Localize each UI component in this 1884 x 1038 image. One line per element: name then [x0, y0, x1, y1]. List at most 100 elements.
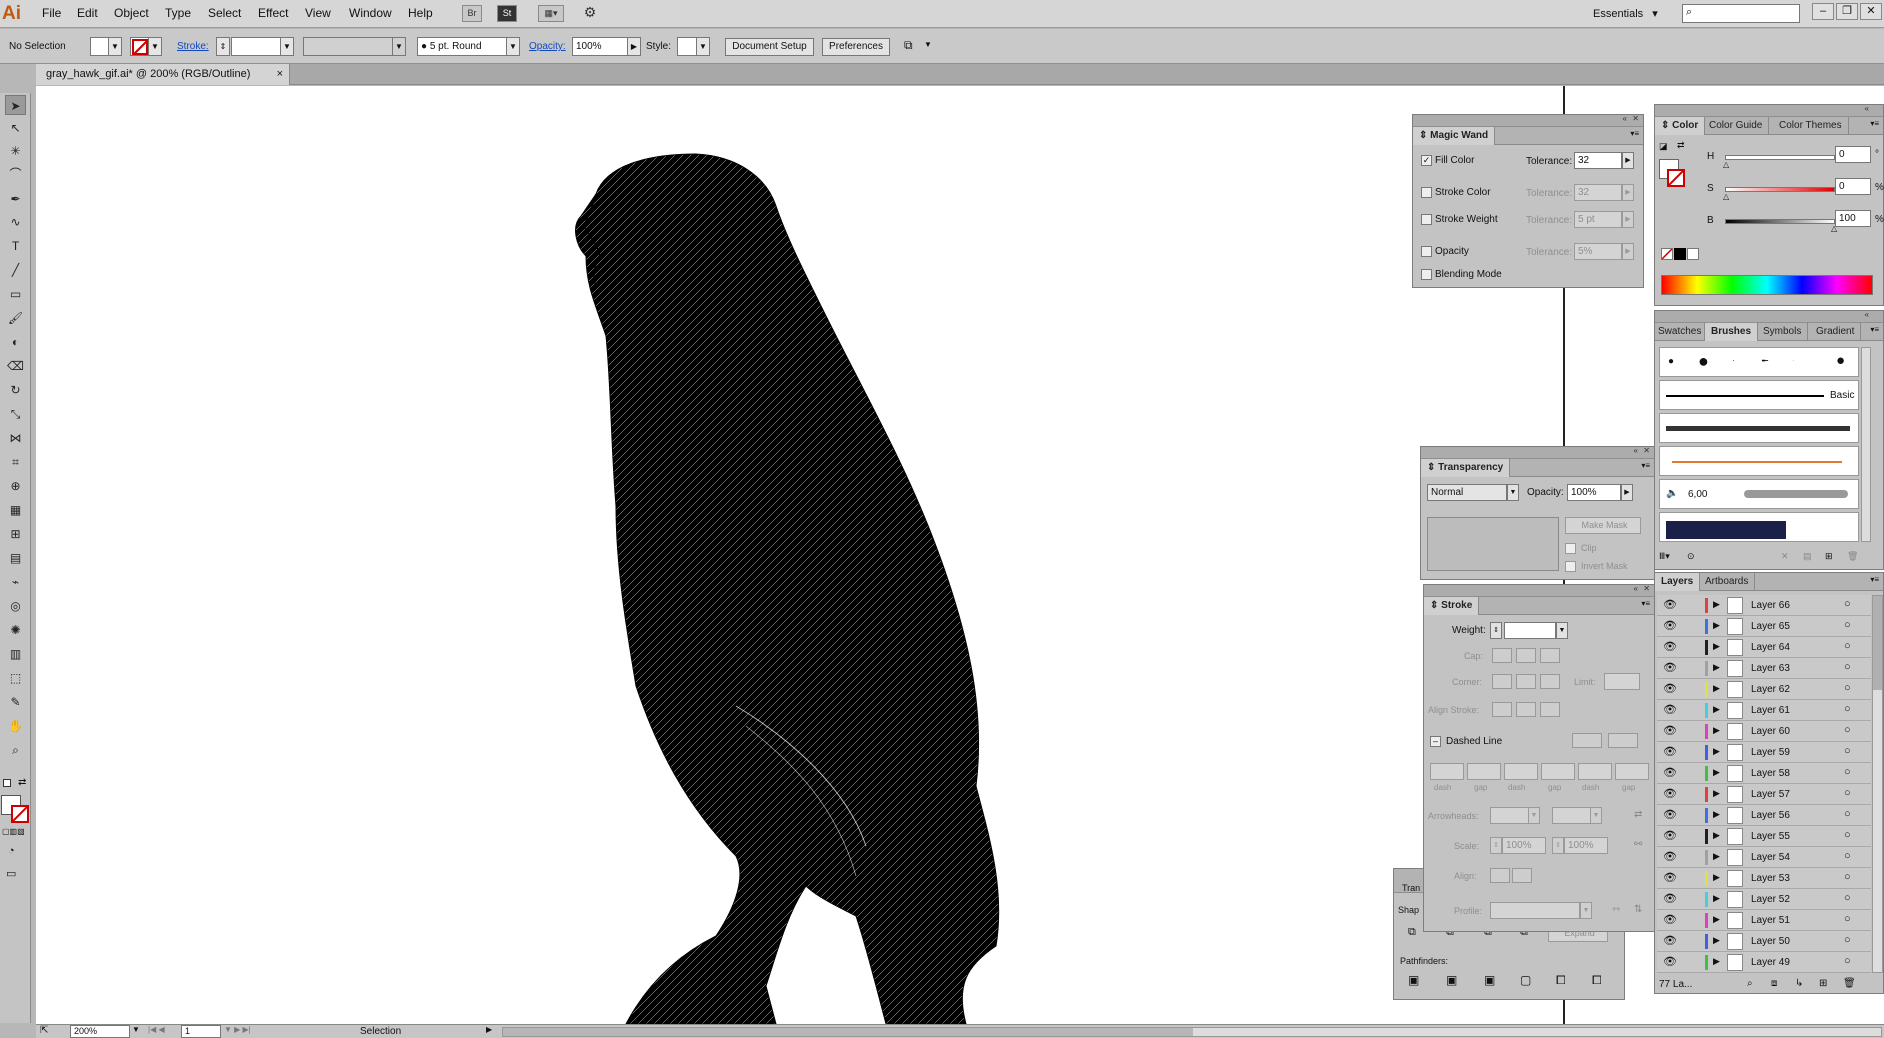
- menu-view[interactable]: View: [305, 6, 331, 20]
- collapse-icon[interactable]: «: [1865, 104, 1869, 113]
- clip-checkbox[interactable]: [1565, 543, 1576, 554]
- blob-brush-tool-icon[interactable]: ◐: [5, 332, 26, 352]
- brush-charcoal-row[interactable]: [1659, 413, 1859, 443]
- tab-color-guide[interactable]: Color Guide: [1703, 117, 1770, 135]
- menu-effect[interactable]: Effect: [258, 6, 288, 20]
- fill-color-checkbox[interactable]: ✓: [1421, 155, 1432, 166]
- round-join-button[interactable]: [1516, 674, 1536, 689]
- rotate-tool-icon[interactable]: ↻: [5, 380, 26, 400]
- tab-brushes[interactable]: Brushes: [1705, 323, 1759, 341]
- end-scale-input[interactable]: 100%: [1564, 837, 1608, 854]
- expand-triangle-icon[interactable]: ▶: [1713, 704, 1720, 715]
- horizontal-scrollbar[interactable]: [502, 1027, 1882, 1037]
- unite-icon[interactable]: ⧉: [1408, 926, 1416, 939]
- default-colors-icon[interactable]: ◪: [1659, 141, 1668, 152]
- swap-colors-icon[interactable]: ⇄: [1677, 140, 1685, 151]
- visibility-eye-icon[interactable]: 👁: [1663, 724, 1677, 737]
- layer-row[interactable]: 👁 ▶ Layer 58 ○: [1657, 763, 1871, 784]
- expand-triangle-icon[interactable]: ▶: [1713, 956, 1720, 967]
- artboard-number-input[interactable]: 1: [181, 1025, 221, 1038]
- white-swatch[interactable]: [1687, 248, 1699, 260]
- visibility-eye-icon[interactable]: 👁: [1663, 766, 1677, 779]
- column-graph-tool-icon[interactable]: ▥: [5, 644, 26, 664]
- stroke-color-swatch[interactable]: [11, 805, 29, 823]
- tab-swatches[interactable]: Swatches: [1655, 323, 1706, 341]
- flip-along-icon[interactable]: ⇿: [1612, 904, 1620, 915]
- target-circle-icon[interactable]: ○: [1844, 598, 1851, 610]
- visibility-eye-icon[interactable]: 👁: [1663, 850, 1677, 863]
- minus-back-icon[interactable]: ⧠: [1592, 973, 1602, 988]
- next-artboard-button[interactable]: ▼ ▶ ▶|: [224, 1025, 251, 1034]
- layer-row[interactable]: 👁 ▶ Layer 55 ○: [1657, 826, 1871, 847]
- brush-definition[interactable]: ● 5 pt. Round: [417, 37, 507, 56]
- stroke-weight-input[interactable]: [231, 37, 281, 56]
- delete-layer-icon[interactable]: 🗑: [1843, 978, 1856, 989]
- target-circle-icon[interactable]: ○: [1844, 955, 1851, 967]
- visibility-eye-icon[interactable]: 👁: [1663, 787, 1677, 800]
- menu-type[interactable]: Type: [165, 6, 191, 20]
- panel-menu-icon[interactable]: ▾≡: [1870, 119, 1879, 128]
- expand-triangle-icon[interactable]: ▶: [1713, 872, 1720, 883]
- hue-slider[interactable]: [1725, 155, 1835, 160]
- document-setup-button[interactable]: Document Setup: [725, 38, 814, 56]
- gap-input-2[interactable]: [1541, 763, 1575, 780]
- color-spectrum[interactable]: [1661, 275, 1873, 295]
- panel-menu-icon[interactable]: ▾≡: [1870, 575, 1879, 584]
- panel-menu-icon[interactable]: ▾≡: [1641, 461, 1650, 470]
- type-tool-icon[interactable]: T: [5, 236, 26, 256]
- target-circle-icon[interactable]: ○: [1844, 640, 1851, 652]
- menu-file[interactable]: File: [42, 6, 61, 20]
- artboard-tool-icon[interactable]: ⬚: [5, 668, 26, 688]
- expand-triangle-icon[interactable]: ▶: [1713, 662, 1720, 673]
- target-circle-icon[interactable]: ○: [1844, 682, 1851, 694]
- menu-window[interactable]: Window: [349, 6, 392, 20]
- preserve-dash-button[interactable]: [1572, 733, 1602, 748]
- brush-dropdown[interactable]: ▼: [506, 37, 520, 56]
- tab-artboards[interactable]: Artboards: [1699, 573, 1756, 591]
- profile-dropdown[interactable]: ▼: [1580, 902, 1592, 919]
- expand-triangle-icon[interactable]: ▶: [1713, 725, 1720, 736]
- brush-arrow-row[interactable]: [1659, 446, 1859, 476]
- stroke-tolerance-slider-button[interactable]: ▶: [1622, 184, 1634, 201]
- layer-row[interactable]: 👁 ▶ Layer 63 ○: [1657, 658, 1871, 679]
- visibility-eye-icon[interactable]: 👁: [1663, 808, 1677, 821]
- panel-menu-icon[interactable]: ▾≡: [1630, 129, 1639, 138]
- opacity-tolerance-input[interactable]: 5%: [1574, 243, 1622, 260]
- brush-dot-small[interactable]: ●: [1668, 356, 1674, 367]
- collapse-icon[interactable]: «: [1634, 446, 1638, 455]
- expand-triangle-icon[interactable]: ▶: [1713, 767, 1720, 778]
- layer-row[interactable]: 👁 ▶ Layer 53 ○: [1657, 868, 1871, 889]
- new-layer-icon[interactable]: ⊞: [1819, 978, 1827, 989]
- tab-stroke[interactable]: ⇕ Stroke: [1424, 597, 1480, 615]
- curvature-tool-icon[interactable]: ∿: [5, 212, 26, 232]
- layer-row[interactable]: 👁 ▶ Layer 65 ○: [1657, 616, 1871, 637]
- make-mask-button[interactable]: Make Mask: [1565, 517, 1641, 534]
- fill-tolerance-slider-button[interactable]: ▶: [1622, 152, 1634, 169]
- layer-row[interactable]: 👁 ▶ Layer 64 ○: [1657, 637, 1871, 658]
- arrow-tip-beyond-button[interactable]: [1490, 868, 1510, 883]
- stroke-color-swatch[interactable]: [1667, 169, 1685, 187]
- target-circle-icon[interactable]: ○: [1844, 661, 1851, 673]
- expand-triangle-icon[interactable]: ▶: [1713, 851, 1720, 862]
- brush-bristle-row[interactable]: 🔈 6,00: [1659, 479, 1859, 509]
- visibility-eye-icon[interactable]: 👁: [1663, 871, 1677, 884]
- stroke-label[interactable]: Stroke:: [177, 41, 209, 52]
- new-sublayer-icon[interactable]: ↳: [1795, 978, 1803, 989]
- stock-icon[interactable]: St: [497, 5, 517, 22]
- target-circle-icon[interactable]: ○: [1844, 850, 1851, 862]
- gap-input-1[interactable]: [1467, 763, 1501, 780]
- make-clipping-mask-icon[interactable]: ⧈: [1771, 978, 1777, 989]
- width-tool-icon[interactable]: ⋈: [5, 428, 26, 448]
- mesh-tool-icon[interactable]: ⊞: [5, 524, 26, 544]
- target-circle-icon[interactable]: ○: [1844, 619, 1851, 631]
- share-icon[interactable]: ⇱: [40, 1025, 48, 1036]
- pen-tool-icon[interactable]: ✒: [5, 189, 26, 209]
- stroke-weight-checkbox[interactable]: [1421, 214, 1432, 225]
- minimize-button[interactable]: –: [1812, 3, 1834, 20]
- opacity-input[interactable]: 100%: [572, 37, 628, 56]
- layer-row[interactable]: 👁 ▶ Layer 51 ○: [1657, 910, 1871, 931]
- hand-tool-icon[interactable]: ✋: [5, 716, 26, 736]
- align-center-button[interactable]: [1492, 702, 1512, 717]
- expand-triangle-icon[interactable]: ▶: [1713, 599, 1720, 610]
- fill-swatch[interactable]: [90, 37, 110, 56]
